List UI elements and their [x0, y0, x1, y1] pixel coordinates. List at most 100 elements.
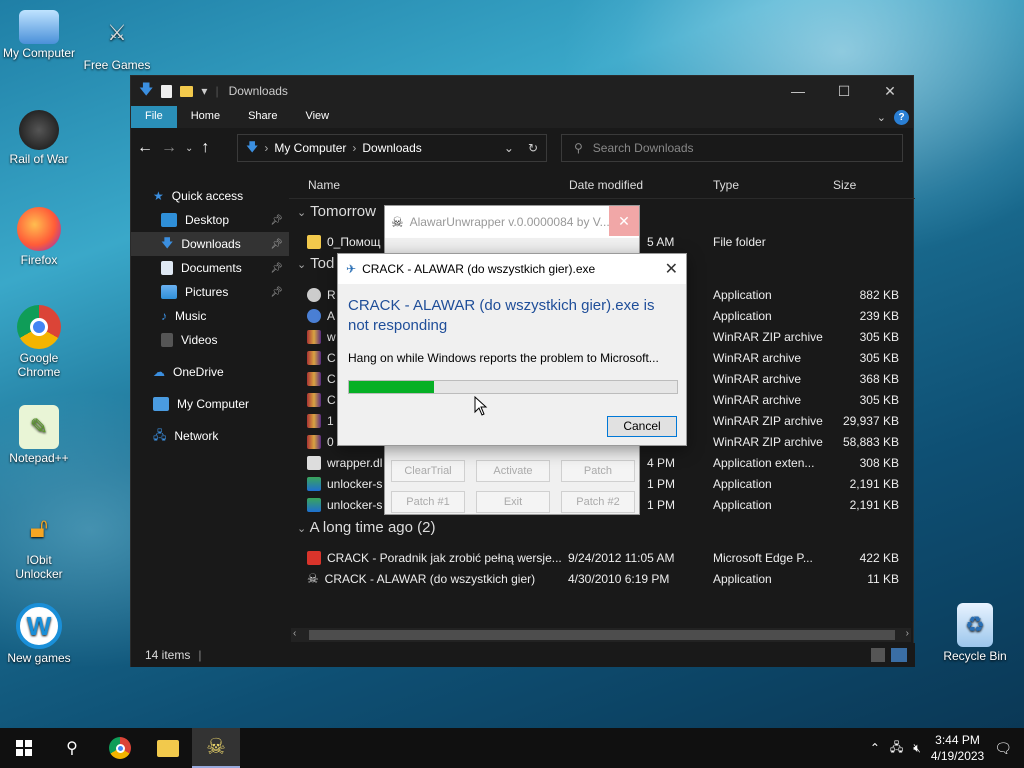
breadcrumb-downloads[interactable]: Downloads — [362, 141, 421, 155]
address-bar[interactable]: 🡇 › My Computer › Downloads ⌄ ↻ — [237, 134, 547, 162]
windows-icon — [16, 740, 32, 756]
back-button[interactable]: ← — [137, 139, 153, 157]
activate-button[interactable]: Activate — [476, 460, 550, 482]
group-header-today[interactable]: ⌄ Tod — [297, 255, 334, 272]
dialog-title-bar[interactable]: ✈ CRACK - ALAWAR (do wszystkich gier).ex… — [338, 254, 686, 284]
search-icon: ⚲ — [574, 141, 583, 155]
star-icon: ★ — [153, 189, 164, 203]
address-dropdown-icon[interactable]: ⌄ — [504, 141, 514, 155]
sidebar-item-pictures[interactable]: Pictures 📌︎ — [131, 280, 289, 304]
firefox-icon — [17, 207, 61, 251]
desktop-icon-free-games[interactable]: ⚔ Free Games — [76, 10, 158, 72]
search-input[interactable]: ⚲ Search Downloads — [561, 134, 903, 162]
maximize-button[interactable]: ☐ — [821, 83, 867, 100]
column-size[interactable]: Size — [833, 178, 856, 192]
customize-quick-access-icon[interactable]: ▾ — [201, 84, 207, 98]
cleartrial-button[interactable]: ClearTrial — [391, 460, 465, 482]
desktop-icon-my-computer[interactable]: My Computer — [0, 10, 80, 60]
status-bar: 14 items | — [131, 643, 915, 667]
sidebar-item-documents[interactable]: Documents 📌︎ — [131, 256, 289, 280]
desktop-icon-recycle-bin[interactable]: ♻ Recycle Bin — [934, 603, 1016, 663]
refresh-icon[interactable]: ↻ — [520, 141, 546, 155]
horizontal-scrollbar[interactable]: ‹ › — [291, 628, 911, 642]
large-icons-view-icon[interactable] — [891, 648, 907, 662]
desktop-icon-google-chrome[interactable]: Google Chrome — [0, 305, 80, 379]
notepad-icon: ✎ — [19, 405, 59, 449]
column-date-modified[interactable]: Date modified — [569, 178, 643, 192]
scrollbar-thumb[interactable] — [309, 630, 895, 640]
document-icon — [161, 261, 173, 275]
group-header-tomorrow[interactable]: ⌄ Tomorrow — [297, 203, 376, 220]
games-icon: W — [16, 603, 62, 649]
breadcrumb-my-computer[interactable]: My Computer — [274, 141, 346, 155]
details-view-icon[interactable] — [871, 648, 885, 662]
winrar-icon — [307, 392, 321, 407]
column-name[interactable]: Name — [308, 178, 340, 192]
expand-ribbon-icon[interactable]: ⌄ — [877, 111, 886, 124]
recycle-bin-icon: ♻ — [957, 603, 993, 647]
sidebar-item-quick-access[interactable]: ★ Quick access — [131, 184, 289, 208]
title-bar[interactable]: 🡇 ▾ | Downloads — ☐ ✕ — [131, 76, 913, 106]
folder-icon[interactable] — [180, 85, 194, 97]
volume-muted-icon[interactable]: 🔇︎ — [913, 741, 921, 756]
desktop-icon-rail-of-war[interactable]: Rail of War — [0, 110, 80, 166]
close-button[interactable]: ✕ — [665, 259, 678, 279]
desktop-icon-iobit-unlocker[interactable]: 🔓︎ IObit Unlocker — [0, 505, 80, 582]
properties-icon[interactable] — [161, 84, 173, 98]
tab-share[interactable]: Share — [234, 106, 291, 128]
cancel-button[interactable]: Cancel — [607, 416, 677, 437]
not-responding-dialog[interactable]: ✈ CRACK - ALAWAR (do wszystkich gier).ex… — [337, 253, 687, 446]
sidebar-item-desktop[interactable]: Desktop 📌︎ — [131, 208, 289, 232]
tab-view[interactable]: View — [291, 106, 343, 128]
sidebar-item-my-computer[interactable]: My Computer — [131, 392, 289, 416]
table-row[interactable]: CRACK - Poradnik jak zrobić pełną wersje… — [307, 547, 907, 568]
sidebar-item-network[interactable]: 🖧 Network — [131, 424, 289, 448]
chevron-up-icon[interactable]: ⌃ — [870, 741, 880, 755]
sidebar-item-music[interactable]: ♪ Music — [131, 304, 289, 328]
exit-button[interactable]: Exit — [476, 491, 550, 513]
desktop-icon-notepad-plus-plus[interactable]: ✎ Notepad++ — [0, 405, 80, 465]
up-button[interactable]: ↑ — [201, 139, 209, 157]
close-button[interactable]: ✕ — [867, 83, 913, 100]
notifications-icon[interactable]: 🗨 — [994, 740, 1012, 757]
taskbar-chrome[interactable] — [96, 728, 144, 768]
group-header-long-time-ago[interactable]: ⌄ A long time ago (2) — [297, 519, 435, 536]
desktop-icon-new-games[interactable]: W New games — [0, 603, 80, 665]
scroll-left-icon[interactable]: ‹ — [293, 628, 296, 639]
installer-icon — [307, 476, 321, 491]
sidebar-item-onedrive[interactable]: ☁ OneDrive — [131, 360, 289, 384]
progress-bar — [348, 380, 678, 394]
sidebar-item-downloads[interactable]: 🡇 Downloads 📌︎ — [131, 232, 289, 256]
clock[interactable]: 3:44 PM 4/19/2023 — [931, 732, 984, 764]
close-button[interactable]: ✕ — [609, 206, 639, 236]
installer-icon — [307, 497, 321, 512]
tab-file[interactable]: File — [131, 106, 177, 128]
help-icon[interactable]: ? — [894, 109, 909, 125]
lock-icon: 🔓︎ — [29, 511, 49, 543]
taskbar-file-explorer[interactable] — [144, 728, 192, 768]
taskbar-crack-app[interactable]: ☠ — [192, 728, 240, 768]
chrome-icon — [109, 737, 131, 759]
table-row[interactable]: ☠ CRACK - ALAWAR (do wszystkich gier) 4/3… — [307, 568, 907, 589]
search-button[interactable]: ⚲ — [48, 728, 96, 768]
tab-home[interactable]: Home — [177, 106, 234, 128]
forward-button[interactable]: → — [161, 139, 177, 157]
taskbar: ⚲ ☠ ⌃ 🖧 🔇︎ 3:44 PM 4/19/2023 🗨 — [0, 728, 1024, 768]
chevron-right-icon: › — [352, 141, 357, 155]
patch-button[interactable]: Patch — [561, 460, 635, 482]
scroll-right-icon[interactable]: › — [906, 628, 909, 639]
patch-2-button[interactable]: Patch #2 — [561, 491, 635, 513]
network-icon[interactable]: 🖧 — [890, 738, 903, 759]
column-type[interactable]: Type — [713, 178, 739, 192]
minimize-button[interactable]: — — [775, 83, 821, 100]
winrar-icon — [307, 329, 321, 344]
recent-locations-icon[interactable]: ⌄ — [185, 143, 193, 154]
skull-icon: ☠ — [391, 213, 404, 230]
desktop-icon-firefox[interactable]: Firefox — [0, 207, 80, 267]
sidebar-item-videos[interactable]: Videos — [131, 328, 289, 352]
speaker-icon — [19, 110, 59, 150]
patch-1-button[interactable]: Patch #1 — [391, 491, 465, 513]
winrar-icon — [307, 371, 321, 386]
alawar-title-bar[interactable]: ☠ AlawarUnwrapper v.0.0000084 by V... — [385, 206, 639, 238]
start-button[interactable] — [0, 728, 48, 768]
